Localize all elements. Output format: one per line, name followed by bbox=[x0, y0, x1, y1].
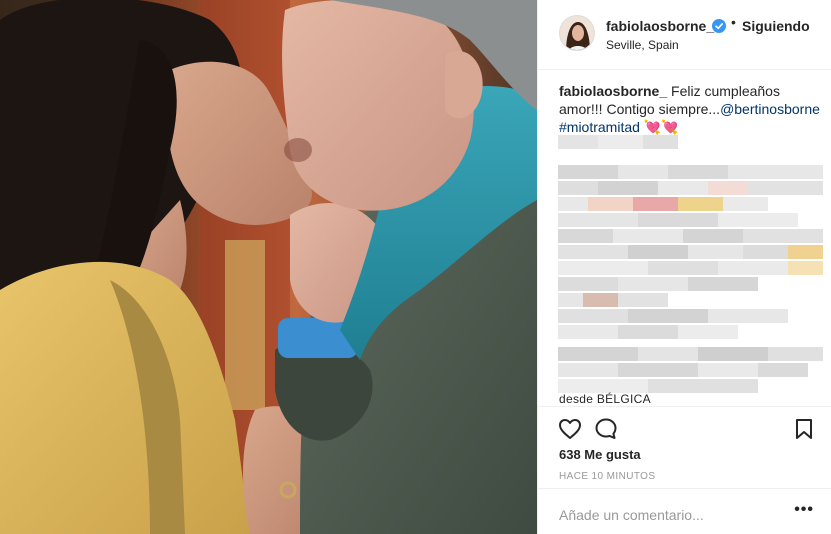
post-caption: fabiolaosborne_ Feliz cumpleaños amor!!!… bbox=[559, 82, 821, 136]
verified-badge-icon bbox=[712, 19, 726, 33]
caption-hashtag[interactable]: #miotramitad bbox=[559, 119, 640, 135]
pixel-row bbox=[558, 277, 758, 291]
pixel-row bbox=[558, 181, 823, 195]
caption-mention[interactable]: @bertinosborne bbox=[720, 101, 820, 117]
pixel-row bbox=[558, 325, 738, 339]
action-bar bbox=[538, 406, 831, 446]
comment-input[interactable]: Añade un comentario... bbox=[559, 507, 704, 523]
location-link[interactable]: Seville, Spain bbox=[606, 38, 679, 52]
post-photo[interactable] bbox=[0, 0, 537, 534]
pixel-row bbox=[558, 245, 823, 259]
bookmark-icon[interactable] bbox=[794, 418, 814, 440]
comment-bar: Añade un comentario... ••• bbox=[538, 488, 831, 534]
pixelated-comments bbox=[558, 135, 823, 405]
pixel-row bbox=[558, 261, 823, 275]
pixel-row bbox=[558, 293, 668, 307]
caption-username[interactable]: fabiolaosborne_ bbox=[559, 83, 667, 99]
partial-comment-text: desde BÉLGICA bbox=[559, 392, 651, 406]
pixel-row bbox=[558, 213, 798, 227]
pixel-row bbox=[558, 135, 678, 149]
pixel-row bbox=[558, 197, 768, 211]
photo-image bbox=[0, 0, 537, 534]
comment-bubble-icon[interactable] bbox=[594, 417, 618, 441]
pixel-row bbox=[558, 379, 758, 393]
post-header: fabiolaosborne_ • Siguiendo Seville, Spa… bbox=[538, 0, 831, 70]
pixel-row bbox=[558, 363, 808, 377]
separator-dot: • bbox=[731, 14, 736, 30]
avatar-image bbox=[560, 16, 594, 50]
pixel-row bbox=[558, 165, 823, 179]
post-side-panel: fabiolaosborne_ • Siguiendo Seville, Spa… bbox=[537, 0, 831, 534]
pixel-row bbox=[558, 229, 823, 243]
post-timestamp[interactable]: HACE 10 MINUTOS bbox=[559, 471, 655, 482]
avatar[interactable] bbox=[559, 15, 595, 51]
pixel-row bbox=[558, 309, 788, 323]
heart-icon[interactable] bbox=[558, 418, 582, 440]
username-link[interactable]: fabiolaosborne_ bbox=[606, 18, 714, 34]
pixel-row bbox=[558, 347, 823, 361]
following-button[interactable]: Siguiendo bbox=[742, 18, 810, 34]
likes-count[interactable]: 638 Me gusta bbox=[559, 447, 641, 462]
more-options-icon[interactable]: ••• bbox=[794, 501, 814, 519]
caption-emoji: 💘💘 bbox=[643, 119, 679, 135]
